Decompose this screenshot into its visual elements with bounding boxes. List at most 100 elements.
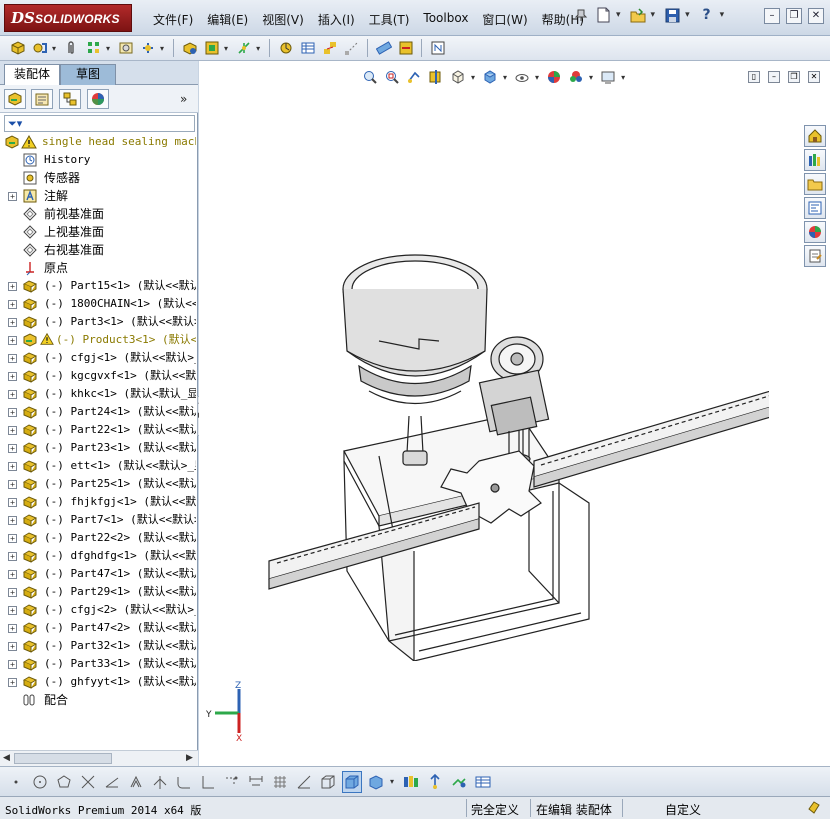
dimension-icon[interactable] <box>246 771 266 793</box>
move-icon[interactable] <box>425 771 445 793</box>
close-button[interactable]: ✕ <box>808 8 824 24</box>
expand-toggle-icon[interactable]: + <box>8 552 17 561</box>
tree-row[interactable]: + (-) Part47<2> (默认<<默认>_ <box>0 619 196 637</box>
convert-entities-icon[interactable] <box>102 771 122 793</box>
clearance-verification-icon[interactable] <box>396 39 415 58</box>
tab-sketch[interactable]: 草图 <box>60 64 116 85</box>
expand-toggle-icon[interactable]: + <box>8 192 17 201</box>
expand-toggle-icon[interactable]: + <box>8 372 17 381</box>
expand-toggle-icon[interactable]: + <box>8 624 17 633</box>
tree-filter-input[interactable]: ⏷▾ <box>4 115 195 132</box>
new-file-icon[interactable] <box>594 6 612 24</box>
offset-icon[interactable] <box>126 771 146 793</box>
expand-toggle-icon[interactable]: + <box>8 660 17 669</box>
menu-view[interactable]: 视图(V) <box>255 11 311 28</box>
displaymanager-icon[interactable] <box>87 89 109 109</box>
apply-scene-dropdown[interactable]: ▾ <box>589 73 593 82</box>
expand-toggle-icon[interactable]: + <box>8 678 17 687</box>
view-orientation-dropdown[interactable]: ▾ <box>471 73 475 82</box>
shaded-view-icon[interactable] <box>342 770 362 793</box>
exploded-view-icon[interactable] <box>320 39 339 58</box>
mirror-icon[interactable] <box>150 771 170 793</box>
display-style-icon[interactable] <box>366 771 386 793</box>
menu-insert[interactable]: 插入(I) <box>311 11 362 28</box>
expand-toggle-icon[interactable]: + <box>8 408 17 417</box>
file-explorer-icon[interactable] <box>804 173 826 195</box>
linear-pattern-icon[interactable] <box>84 39 103 58</box>
open-dropdown[interactable]: ▾ <box>651 10 656 20</box>
view-settings-dropdown[interactable]: ▾ <box>621 73 625 82</box>
paperclip-icon[interactable] <box>62 39 81 58</box>
expand-toggle-icon[interactable]: + <box>8 390 17 399</box>
tree-row[interactable]: 配合 <box>0 691 196 709</box>
assembly-features-icon[interactable] <box>202 39 221 58</box>
sketch-plane-icon[interactable] <box>294 771 314 793</box>
help-dropdown[interactable]: ▾ <box>720 10 725 20</box>
rebuild-icon[interactable] <box>806 799 822 818</box>
tree-row[interactable]: + (-) Part23<1> (默认<<默认>_ <box>0 439 196 457</box>
tree-row[interactable]: 上视基准面 <box>0 223 196 241</box>
tree-row[interactable]: + (-) cfgj<1> (默认<<默认>_显 <box>0 349 196 367</box>
features-dropdown[interactable]: ▾ <box>224 44 228 53</box>
expand-toggle-icon[interactable]: + <box>8 606 17 615</box>
zoom-to-fit-icon[interactable] <box>361 68 379 86</box>
interference-detection-icon[interactable] <box>374 39 393 58</box>
appearances-icon[interactable] <box>804 221 826 243</box>
move-dropdown[interactable]: ▾ <box>160 44 164 53</box>
tree-row[interactable]: 右视基准面 <box>0 241 196 259</box>
scroll-left-arrow-icon[interactable]: ◀ <box>3 753 10 763</box>
view-palette-icon[interactable] <box>804 197 826 219</box>
expand-toggle-icon[interactable]: + <box>8 480 17 489</box>
propertymanager-icon[interactable] <box>31 89 53 109</box>
hide-show-dropdown[interactable]: ▾ <box>535 73 539 82</box>
tree-row[interactable]: + (-) khkc<1> (默认<默认_显示 <box>0 385 196 403</box>
view-orientation-icon[interactable] <box>449 68 467 86</box>
show-hidden-icon[interactable] <box>180 39 199 58</box>
apply-scene-icon[interactable] <box>567 68 585 86</box>
display-style-dropdown[interactable]: ▾ <box>390 777 394 786</box>
3d-box-icon[interactable] <box>318 771 338 793</box>
expand-toggle-icon[interactable]: + <box>8 498 17 507</box>
section-view-icon[interactable] <box>427 68 445 86</box>
scroll-thumb[interactable] <box>14 753 112 764</box>
viewport-restore-icon[interactable]: ❐ <box>788 71 800 83</box>
tree-row[interactable]: 原点 <box>0 259 196 277</box>
bill-of-materials-icon[interactable] <box>298 39 317 58</box>
expand-toggle-icon[interactable]: + <box>8 300 17 309</box>
tree-row[interactable]: + (-) cfgj<2> (默认<<默认>_显 <box>0 601 196 619</box>
tree-row[interactable]: 前视基准面 <box>0 205 196 223</box>
sketch-fillet-icon[interactable] <box>174 771 194 793</box>
trim-icon[interactable] <box>78 771 98 793</box>
configurationmanager-icon[interactable] <box>59 89 81 109</box>
tree-row[interactable]: + (-) Part33<1> (默认<<默认>_ <box>0 655 196 673</box>
table-icon[interactable] <box>473 771 493 793</box>
expand-toggle-icon[interactable]: + <box>8 318 17 327</box>
tree-row[interactable]: + (-) kgcgvxf<1> (默认<<默认> <box>0 367 196 385</box>
pattern-dropdown[interactable]: ▾ <box>106 44 110 53</box>
new-file-dropdown[interactable]: ▾ <box>616 10 621 20</box>
tree-row[interactable]: + (-) Part22<1> (默认<<默认>_ <box>0 421 196 439</box>
tree-row[interactable]: + (-) Part47<1> (默认<<默认>_ <box>0 565 196 583</box>
tree-row[interactable]: + (-) 1800CHAIN<1> (默认<<默 <box>0 295 196 313</box>
tree-row[interactable]: + (-) Part24<1> (默认<<默认>_ <box>0 403 196 421</box>
menu-toolbox[interactable]: Toolbox <box>416 11 475 28</box>
tree-row[interactable]: + 注解 <box>0 187 196 205</box>
reference-triad[interactable]: Z Y X <box>205 681 261 741</box>
edit-appearance-icon[interactable] <box>545 68 563 86</box>
viewport-close-icon[interactable]: ✕ <box>808 71 820 83</box>
tree-row[interactable]: + (-) Part15<1> (默认<<默认>_显 <box>0 277 196 295</box>
expand-toggle-icon[interactable]: + <box>8 642 17 651</box>
tree-row[interactable]: + (-) fhjkfgj<1> (默认<<默认> <box>0 493 196 511</box>
point-icon[interactable] <box>6 771 26 793</box>
previous-view-icon[interactable] <box>405 68 423 86</box>
scroll-right-arrow-icon[interactable]: ▶ <box>186 753 193 763</box>
circle-icon[interactable] <box>30 771 50 793</box>
custom-properties-icon[interactable] <box>804 245 826 267</box>
smart-fasteners-icon[interactable] <box>116 39 135 58</box>
tree-row[interactable]: + (-) Part22<2> (默认<<默认>_ <box>0 529 196 547</box>
move-component-icon[interactable] <box>138 39 157 58</box>
solidworks-logo[interactable]: DS SOLIDWORKS <box>4 4 132 32</box>
display-style-icon[interactable] <box>481 68 499 86</box>
tree-row[interactable]: + (-) Part7<1> (默认<<默认>_显 <box>0 511 196 529</box>
minimize-button[interactable]: – <box>764 8 780 24</box>
